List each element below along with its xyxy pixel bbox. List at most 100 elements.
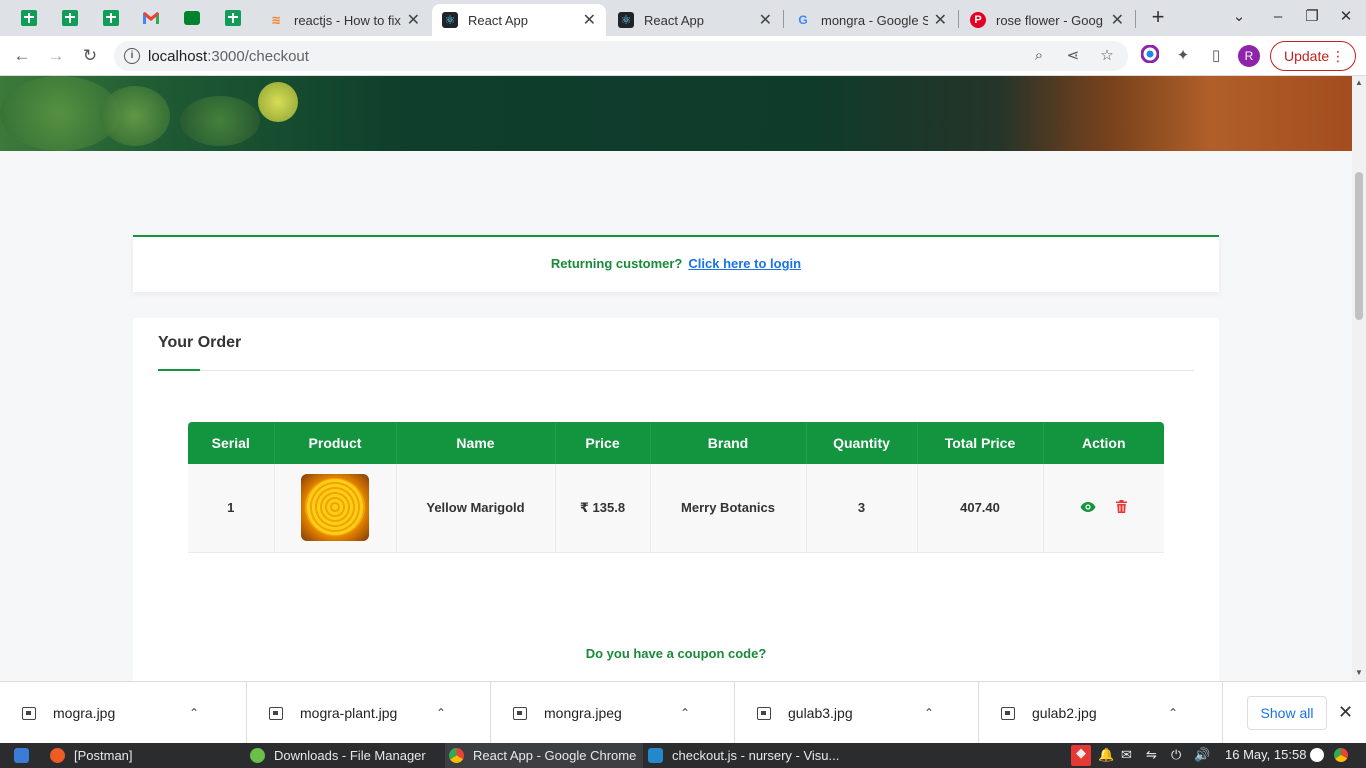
profile-avatar[interactable]: R (1238, 45, 1260, 67)
show-all-button[interactable]: Show all (1247, 696, 1327, 730)
close-icon[interactable]: ✕ (934, 10, 947, 30)
notification-bell-icon[interactable]: 🔔 (1098, 747, 1114, 763)
back-arrow-icon[interactable]: ← (10, 44, 34, 68)
scroll-down-arrow-icon[interactable]: ▼ (1355, 668, 1363, 677)
pinned-tab-sheets-1[interactable] (10, 5, 48, 31)
close-icon[interactable]: ✕ (1111, 10, 1124, 30)
browser-tab-strip: ≋ reactjs - How to fix ✕ ⚛ React App ✕ ⚛… (0, 0, 1366, 36)
taskbar-item-file-manager[interactable]: Downloads - File Manager (250, 743, 440, 768)
close-icon[interactable]: ✕ (407, 10, 420, 30)
google-icon: G (798, 13, 808, 27)
scrollbar-thumb[interactable] (1355, 172, 1363, 320)
coupon-prompt[interactable]: Do you have a coupon code? (133, 646, 1219, 661)
download-item[interactable]: gulab2.jpg ⌃ (979, 682, 1223, 744)
update-label: Update (1284, 48, 1330, 64)
anydesk-tray-icon[interactable]: ◆ (1071, 745, 1091, 766)
tab-react-app[interactable]: ⚛ React App ✕ (608, 4, 782, 36)
login-link[interactable]: Click here to login (688, 256, 801, 271)
tab-google-search[interactable]: G mongra - Google S ✕ (785, 4, 957, 36)
header-serial: Serial (188, 422, 275, 464)
chrome-extension-icon[interactable] (1139, 44, 1161, 67)
new-tab-button[interactable]: + (1148, 5, 1168, 29)
pinned-tab-sheets-2[interactable] (51, 5, 89, 31)
close-icon[interactable]: ✕ (583, 10, 596, 30)
clock[interactable]: 16 May, 15:58 (1225, 747, 1306, 762)
delete-trash-icon[interactable] (1116, 499, 1128, 516)
extensions-puzzle-icon[interactable]: ✦ (1172, 45, 1194, 67)
header-total-price: Total Price (917, 422, 1044, 464)
taskbar-label: [Postman] (74, 748, 133, 763)
chevron-up-icon[interactable]: ⌃ (436, 706, 446, 720)
mail-icon[interactable]: ✉ (1121, 747, 1132, 763)
chrome-tray-icon[interactable] (1334, 748, 1348, 762)
restore-button[interactable]: ❐ (1298, 6, 1326, 28)
network-icon[interactable]: ⇋ (1146, 747, 1157, 763)
cell-quantity: 3 (806, 464, 918, 553)
view-eye-icon[interactable] (1080, 500, 1096, 516)
color-picker-extension-icon (1140, 44, 1160, 64)
cell-name: Yellow Marigold (396, 464, 556, 553)
google-sheets-icon (21, 10, 37, 26)
hero-banner-image (0, 76, 1352, 151)
tab-separator (1135, 10, 1136, 28)
pinned-tab-gmail[interactable] (132, 5, 170, 31)
close-icon[interactable]: ✕ (759, 10, 772, 30)
cell-price: ₹ 135.8 (555, 464, 651, 553)
yellow-marigold-product-image[interactable] (301, 474, 369, 542)
taskbar-label: checkout.js - nursery - Visu... (672, 748, 840, 763)
tab-label: React App (468, 12, 528, 28)
bookmark-star-icon[interactable]: ☆ (1098, 47, 1116, 65)
url-text[interactable]: localhost:3000/checkout (148, 48, 309, 65)
share-icon[interactable]: ⋖ (1064, 47, 1082, 65)
close-downloads-icon[interactable]: ✕ (1338, 702, 1353, 723)
pinterest-icon: P (970, 12, 986, 28)
site-info-icon[interactable]: i (124, 48, 140, 64)
greens-decoration (100, 86, 170, 146)
google-sheets-icon (225, 10, 241, 26)
taskbar-item-postman[interactable]: [Postman] (50, 743, 240, 768)
zoom-icon[interactable]: ⌕ (1030, 47, 1048, 65)
download-item[interactable]: mongra.jpeg ⌃ (491, 682, 735, 744)
download-item[interactable]: mogra-plant.jpg ⌃ (247, 682, 491, 744)
scroll-up-arrow-icon[interactable]: ▲ (1355, 78, 1363, 87)
forward-arrow-icon[interactable]: → (44, 44, 68, 68)
tray-app-icon[interactable] (1310, 748, 1324, 762)
chevron-up-icon[interactable]: ⌃ (189, 706, 199, 720)
download-item[interactable]: gulab3.jpg ⌃ (735, 682, 979, 744)
tab-search-chevron-icon[interactable]: ⌄ (1225, 6, 1253, 28)
update-button[interactable]: Update ⋮ (1270, 41, 1356, 71)
chevron-up-icon[interactable]: ⌃ (1168, 706, 1178, 720)
cell-product (274, 464, 397, 553)
side-panel-icon[interactable]: ▯ (1205, 45, 1227, 67)
taskbar-item-chrome[interactable]: React App - Google Chrome (445, 743, 643, 768)
tab-stackoverflow[interactable]: ≋ reactjs - How to fix ✕ (258, 4, 430, 36)
power-icon[interactable]: ⏻ (1171, 747, 1181, 763)
chevron-up-icon[interactable]: ⌃ (680, 706, 690, 720)
tab-separator (958, 10, 959, 28)
pinned-tab-sheets-3[interactable] (92, 5, 130, 31)
taskbar-label: Downloads - File Manager (274, 748, 426, 763)
google-sheets-icon (103, 10, 119, 26)
tab-react-app-active[interactable]: ⚛ React App ✕ (432, 4, 606, 36)
header-action: Action (1043, 422, 1164, 464)
taskbar-item-vscode[interactable]: checkout.js - nursery - Visu... (648, 743, 848, 768)
header-brand: Brand (650, 422, 807, 464)
window-close-button[interactable]: ✕ (1332, 6, 1360, 28)
download-item[interactable]: mogra.jpg ⌃ (0, 682, 247, 744)
pinned-tab-chat[interactable] (173, 5, 211, 31)
address-bar[interactable]: i localhost:3000/checkout ⌕ ⋖ ☆ (114, 41, 1128, 71)
tab-label: mongra - Google S (821, 12, 928, 28)
start-menu-button[interactable] (14, 743, 38, 768)
minimize-button[interactable]: – (1264, 6, 1292, 28)
header-product: Product (274, 422, 397, 464)
page-scrollbar[interactable]: ▲ ▼ (1352, 76, 1366, 681)
image-file-icon (22, 706, 36, 720)
downloads-shelf: mogra.jpg ⌃ mogra-plant.jpg ⌃ mongra.jpeg ⌃… (0, 681, 1366, 744)
reload-icon[interactable]: ↻ (78, 44, 102, 68)
chevron-up-icon[interactable]: ⌃ (924, 706, 934, 720)
tab-label: rose flower - Goog (996, 12, 1103, 28)
pinned-tab-sheets-4[interactable] (214, 5, 252, 31)
volume-icon[interactable]: 🔊 (1194, 747, 1210, 763)
tab-pinterest[interactable]: P rose flower - Goog ✕ (960, 4, 1134, 36)
google-sheets-icon (62, 10, 78, 26)
